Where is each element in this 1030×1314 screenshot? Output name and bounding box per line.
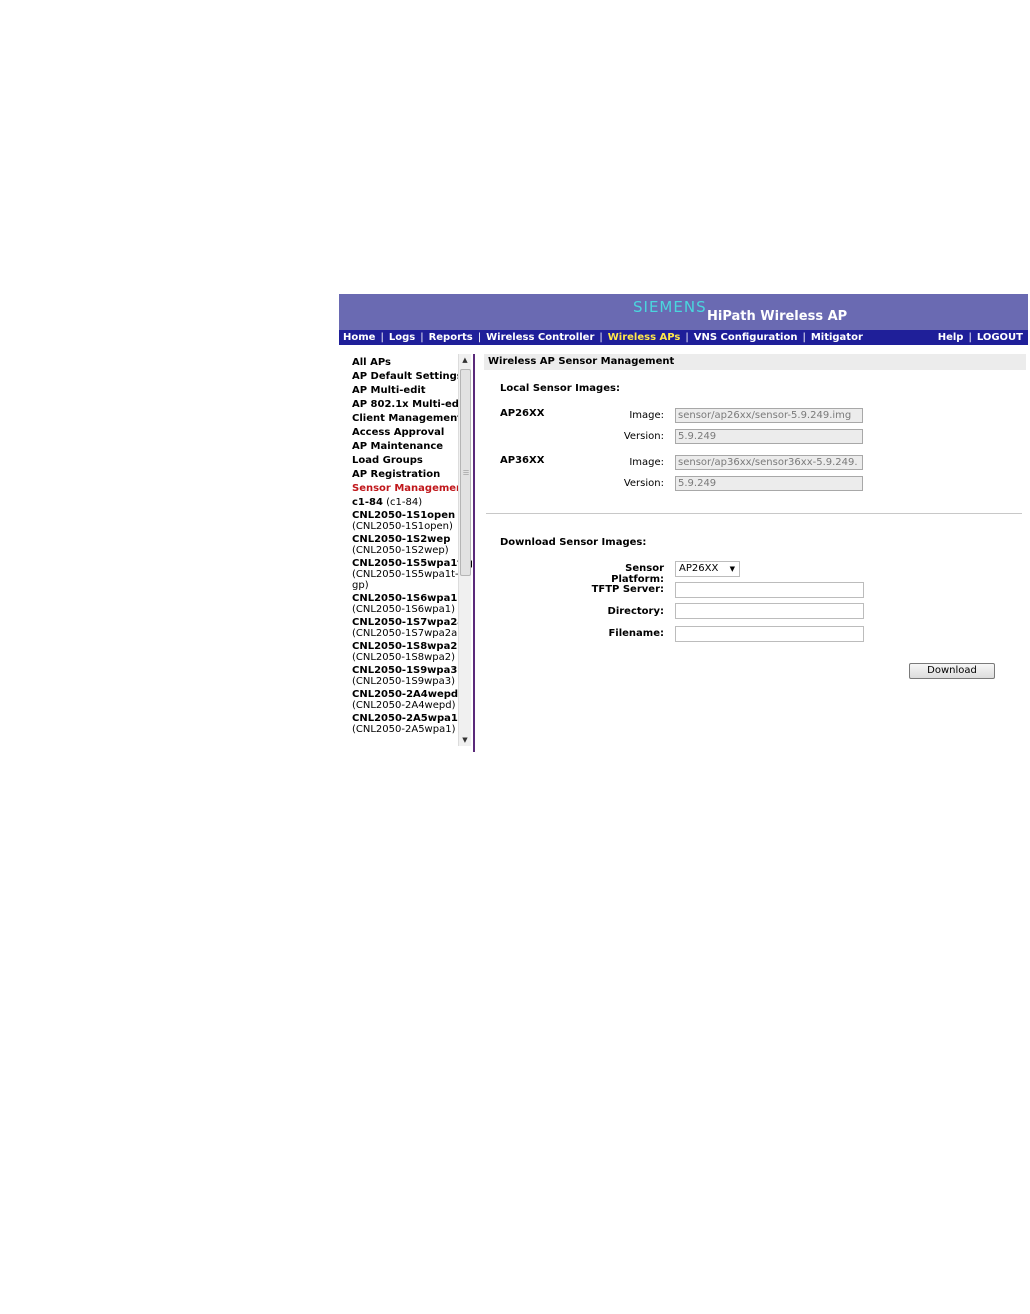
filename-input[interactable] <box>675 626 864 642</box>
nav-separator: | <box>802 332 806 343</box>
image-label: Image: <box>629 410 664 421</box>
ap-list-item[interactable]: CNL2050-1S2wep (CNL2050-1S2wep) <box>352 534 460 556</box>
nav-separator: | <box>477 332 482 343</box>
ap-list-item[interactable]: CNL2050-1S8wpa2 (CNL2050-1S8wpa2) <box>352 641 460 663</box>
sidebar-item-ap-default-settings[interactable]: AP Default Settings <box>352 370 463 384</box>
model-ap36xx-label: AP36XX <box>500 455 545 466</box>
ap-id: (CNL2050-1S1open) <box>352 521 453 532</box>
nav-mitigator[interactable]: Mitigator <box>811 332 863 343</box>
grip-icon: — — — <box>463 467 469 478</box>
sidebar-item-ap-multi-edit[interactable]: AP Multi-edit <box>352 384 460 398</box>
nav-logout[interactable]: LOGOUT <box>977 332 1023 343</box>
main-panel: Wireless AP Sensor Management Local Sens… <box>484 354 1026 749</box>
section-divider <box>486 513 1022 514</box>
ap-list-item[interactable]: c1-84 (c1-84) <box>352 497 460 508</box>
ap36xx-version-field: 5.9.249 <box>675 476 863 491</box>
dropdown-caret-icon: ▼ <box>729 565 735 573</box>
sensor-platform-select[interactable]: AP26XX ▼ <box>675 561 740 577</box>
ap-id: (CNL2050-1S9wpa3) <box>352 676 455 687</box>
top-nav: Home | Logs | Reports | Wireless Control… <box>339 330 1028 345</box>
ap-id: (c1-84) <box>386 497 423 508</box>
sidebar-item-sensor-management[interactable]: Sensor Management <box>352 482 468 496</box>
ap26xx-version-field: 5.9.249 <box>675 429 863 444</box>
ap-id: (CNL2050-1S6wpa1) <box>352 604 455 615</box>
header-banner: SIEMENS HiPath Wireless AP <box>339 294 1028 330</box>
product-title: HiPath Wireless AP <box>707 309 848 324</box>
sidebar-item-ap-registration[interactable]: AP Registration <box>352 468 460 482</box>
brand-logo: SIEMENS <box>633 298 707 316</box>
ap-id: (CNL2050-2A5wpa1) <box>352 724 456 735</box>
sidebar-item-client-management[interactable]: Client Management <box>352 412 462 426</box>
ap-id-continued: gp) <box>352 580 369 591</box>
nav-separator: | <box>420 332 424 343</box>
ap-name: CNL2050-2A4wepd <box>352 689 459 700</box>
ap-name: c1-84 <box>352 497 383 508</box>
nav-wireless-aps[interactable]: Wireless APs <box>608 332 681 343</box>
ap-name: CNL2050-2A5wpa1 <box>352 713 458 724</box>
ap-name: CNL2050-1S2wep <box>352 534 451 545</box>
nav-main: Home | Logs | Reports | Wireless Control… <box>343 330 863 345</box>
ap-name: CNL2050-1S9wpa3 <box>352 665 458 676</box>
tftp-server-input[interactable] <box>675 582 864 598</box>
filename-label: Filename: <box>608 628 664 639</box>
panel-divider <box>473 354 475 752</box>
app-window: SIEMENS HiPath Wireless AP Home | Logs |… <box>339 294 1028 753</box>
nav-utility: Help | LOGOUT <box>938 330 1023 345</box>
sidebar-item-load-groups[interactable]: Load Groups <box>352 454 460 468</box>
directory-label: Directory: <box>607 606 664 617</box>
ap36xx-image-field: sensor/ap36xx/sensor36xx-5.9.249. <box>675 455 863 470</box>
ap-name: CNL2050-1S7wpa2a <box>352 617 465 628</box>
image-label: Image: <box>629 457 664 468</box>
ap-list-item[interactable]: CNL2050-1S1open (CNL2050-1S1open) <box>352 510 460 532</box>
nav-vns-configuration[interactable]: VNS Configuration <box>694 332 798 343</box>
sidebar-list: All APs AP Default Settings AP Multi-edi… <box>352 356 472 737</box>
sensor-platform-label: Sensor Platform: <box>611 563 664 585</box>
sidebar-item-access-approval[interactable]: Access Approval <box>352 426 460 440</box>
model-ap26xx-label: AP26XX <box>500 408 545 419</box>
ap-id: (CNL2050-2A4wepd) <box>352 700 456 711</box>
sensor-platform-value: AP26XX <box>679 563 719 574</box>
version-label: Version: <box>623 478 664 489</box>
ap-id: (CNL2050-1S8wpa2) <box>352 652 455 663</box>
ap-id: (CNL2050-1S2wep) <box>352 545 449 556</box>
ap-name: CNL2050-1S8wpa2 <box>352 641 458 652</box>
nav-separator: | <box>599 332 603 343</box>
ap-list-item[interactable]: CNL2050-1S6wpa1 (CNL2050-1S6wpa1) <box>352 593 460 615</box>
sidebar-item-ap-8021x-multi-edit[interactable]: AP 802.1x Multi-edit <box>352 398 467 412</box>
download-images-heading: Download Sensor Images: <box>500 537 647 548</box>
scroll-down-arrow-icon[interactable]: ▼ <box>459 734 471 746</box>
ap-list-item[interactable]: CNL2050-1S5wpa1t-g (CNL2050-1S5wpa1t- gp… <box>352 558 472 591</box>
nav-separator: | <box>380 332 384 343</box>
page-title: Wireless AP Sensor Management <box>484 354 1026 370</box>
version-label: Version: <box>623 431 664 442</box>
nav-separator: | <box>685 332 689 343</box>
ap-id: (CNL2050-1S7wpa2a <box>352 628 458 639</box>
ap-list-item[interactable]: CNL2050-2A5wpa1 (CNL2050-2A5wpa1) <box>352 713 460 735</box>
sidebar: All APs AP Default Settings AP Multi-edi… <box>339 354 472 749</box>
scroll-up-arrow-icon[interactable]: ▲ <box>459 354 471 366</box>
directory-input[interactable] <box>675 603 864 619</box>
nav-home[interactable]: Home <box>343 332 375 343</box>
ap-name: CNL2050-1S1open <box>352 510 456 521</box>
ap-name: CNL2050-1S5wpa1t-g <box>352 558 472 569</box>
nav-reports[interactable]: Reports <box>429 332 473 343</box>
ap26xx-image-field: sensor/ap26xx/sensor-5.9.249.img <box>675 408 863 423</box>
sidebar-item-ap-maintenance[interactable]: AP Maintenance <box>352 440 460 454</box>
nav-wireless-controller[interactable]: Wireless Controller <box>486 332 594 343</box>
ap-list-item[interactable]: CNL2050-2A4wepd (CNL2050-2A4wepd) <box>352 689 460 711</box>
ap-list-item[interactable]: CNL2050-1S7wpa2a (CNL2050-1S7wpa2a <box>352 617 465 639</box>
tftp-server-label: TFTP Server: <box>591 584 664 595</box>
download-button[interactable]: Download <box>909 663 995 679</box>
nav-help[interactable]: Help <box>938 332 964 343</box>
ap-id: (CNL2050-1S5wpa1t- <box>352 569 459 580</box>
sidebar-scrollbar[interactable]: ▲ — — — ▼ <box>458 354 471 746</box>
ap-list-item[interactable]: CNL2050-1S9wpa3 (CNL2050-1S9wpa3) <box>352 665 460 687</box>
nav-separator: | <box>968 332 972 343</box>
local-images-heading: Local Sensor Images: <box>500 383 620 394</box>
sidebar-item-all-aps[interactable]: All APs <box>352 356 460 370</box>
scroll-thumb[interactable]: — — — <box>460 369 471 576</box>
ap-name: CNL2050-1S6wpa1 <box>352 593 458 604</box>
nav-logs[interactable]: Logs <box>389 332 415 343</box>
